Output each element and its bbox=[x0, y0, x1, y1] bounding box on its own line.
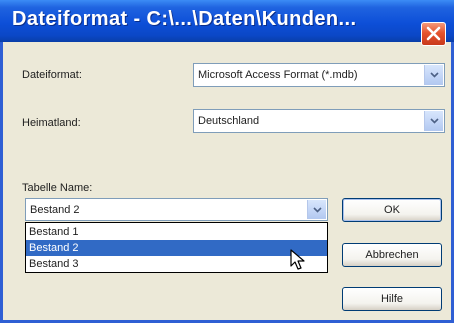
ok-button[interactable]: OK bbox=[342, 198, 442, 222]
heimatland-label: Heimatland: bbox=[22, 117, 81, 129]
list-item[interactable]: Bestand 3 bbox=[26, 256, 327, 272]
dateiformat-select[interactable]: Microsoft Access Format (*.mdb) bbox=[193, 63, 445, 87]
tabelle-select[interactable]: Bestand 2 bbox=[25, 198, 328, 221]
chevron-down-icon bbox=[430, 72, 439, 78]
close-icon bbox=[426, 26, 441, 41]
dateiformat-value: Microsoft Access Format (*.mdb) bbox=[198, 69, 358, 81]
chevron-down-icon bbox=[430, 118, 439, 124]
cancel-button[interactable]: Abbrechen bbox=[342, 243, 442, 267]
tabelle-dropdown-list: Bestand 1 Bestand 2 Bestand 3 bbox=[25, 222, 328, 273]
window-title: Dateiformat - C:\...\Daten\Kunden... bbox=[12, 8, 357, 30]
tabelle-value: Bestand 2 bbox=[30, 203, 80, 216]
list-item[interactable]: Bestand 1 bbox=[26, 224, 327, 240]
heimatland-select[interactable]: Deutschland bbox=[193, 109, 445, 133]
close-button[interactable] bbox=[421, 22, 446, 46]
title-bar[interactable]: Dateiformat - C:\...\Daten\Kunden... bbox=[0, 0, 454, 46]
chevron-down-icon bbox=[313, 206, 322, 213]
tabelle-dropdown-button[interactable] bbox=[307, 200, 326, 219]
heimatland-value: Deutschland bbox=[198, 115, 260, 127]
mouse-pointer-icon bbox=[290, 249, 305, 270]
heimatland-dropdown-button[interactable] bbox=[424, 111, 443, 131]
dateiformat-dropdown-button[interactable] bbox=[424, 65, 443, 85]
list-item-selected[interactable]: Bestand 2 bbox=[26, 240, 327, 256]
tabelle-label: Tabelle Name: bbox=[22, 182, 93, 194]
dialog-window: Dateiformat - C:\...\Daten\Kunden... Dat… bbox=[0, 0, 454, 323]
help-button[interactable]: Hilfe bbox=[342, 287, 442, 311]
dateiformat-label: Dateiformat: bbox=[22, 69, 82, 81]
